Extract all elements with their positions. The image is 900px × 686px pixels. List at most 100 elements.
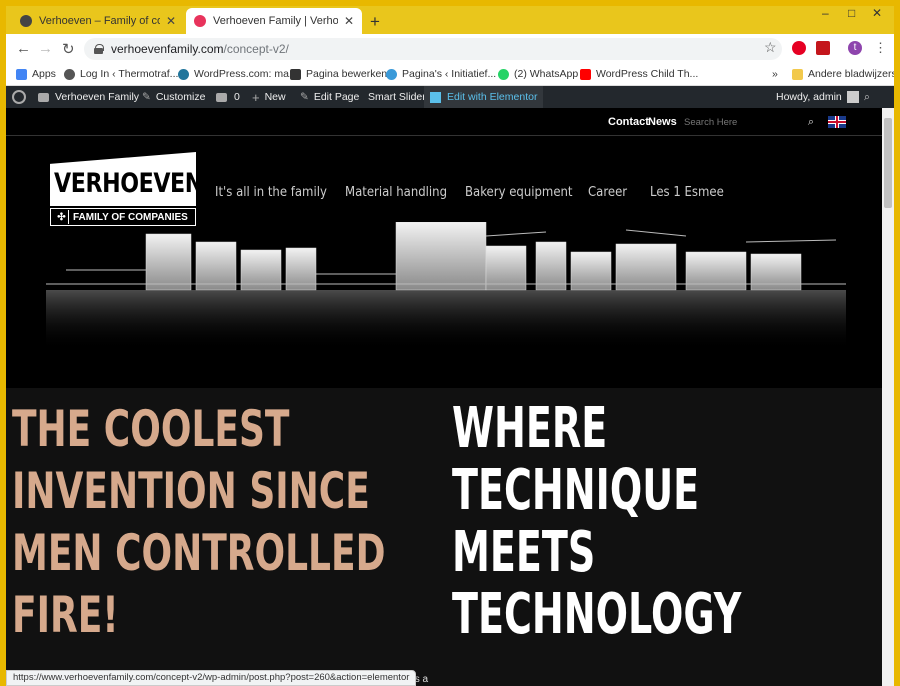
url-path: /concept-v2/ (223, 42, 289, 56)
url-host: verhoevenfamily.com (111, 42, 224, 56)
tab-verhoeven-family[interactable]: Verhoeven Family | Verhoeven Fami ✕ (186, 8, 362, 34)
site-top-bar: Contact News Search Here ⌕ (6, 108, 882, 136)
wordpress-icon (178, 68, 189, 80)
customize-label: Customize (155, 91, 206, 103)
site-logo[interactable]: VERHOEVEN ✣ FAMILY OF COMPANIES (50, 152, 203, 226)
tab-strip: Verhoeven – Family of compagnies ✕ Verho… (6, 6, 894, 34)
avatar (846, 91, 859, 103)
comment-bubble-icon (216, 92, 227, 102)
whatsapp-icon (498, 68, 509, 80)
bookmark-label: Apps (32, 68, 56, 80)
apps-grid-icon (16, 68, 27, 80)
bookmark-other-folder[interactable]: Andere bladwijzers (792, 68, 894, 80)
pdf-icon[interactable] (816, 41, 830, 55)
elementor-icon (430, 91, 441, 103)
uk-flag-icon[interactable] (828, 116, 846, 128)
new-tab-button[interactable]: + (370, 12, 380, 32)
headline-left-line: FIRE! (12, 586, 119, 644)
back-arrow-icon[interactable]: ← (16, 40, 31, 57)
bookmark-paginas-initiatief[interactable]: Pagina's ‹ Initiatief... (386, 68, 496, 80)
admin-comments[interactable]: 0 (216, 86, 240, 108)
admin-edit-elementor[interactable]: Edit with Elementor (424, 86, 544, 108)
headline-section: THE COOLEST INVENTION SINCE MEN CONTROLL… (6, 388, 882, 686)
headline-right-line: MEETS (452, 520, 596, 585)
browser-toolbar: ← → ↻ verhoevenfamily.com/concept-v2/ ☆ … (6, 34, 894, 64)
pencil-icon: ✎ (300, 91, 309, 103)
headline-left-line: INVENTION SINCE (12, 462, 370, 520)
profile-avatar[interactable]: t (848, 41, 862, 55)
menu-item-family[interactable]: It's all in the family (215, 185, 327, 200)
site-name-label: Verhoeven Family (55, 91, 140, 103)
bookmarks-bar: Apps Log In ‹ Thermotraf... WordPress.co… (6, 64, 894, 86)
hero-header: VERHOEVEN ✣ FAMILY OF COMPANIES It's all… (6, 136, 882, 388)
wordpress-logo-icon[interactable] (12, 86, 26, 108)
plus-icon: + (252, 89, 260, 105)
forward-arrow-icon[interactable]: → (38, 40, 53, 57)
headline-right-line: TECHNOLOGY (452, 582, 742, 647)
close-tab-icon[interactable]: ✕ (344, 14, 354, 28)
edit-elementor-label: Edit with Elementor (447, 91, 538, 103)
pinterest-icon[interactable] (792, 41, 806, 55)
site-favicon-icon (194, 15, 206, 27)
admin-new[interactable]: + New (252, 86, 286, 108)
logo-subtitle: FAMILY OF COMPANIES (73, 211, 188, 223)
logo-name: VERHOEVEN (54, 168, 203, 199)
search-placeholder: Search Here (684, 116, 738, 128)
bookmark-whatsapp[interactable]: (2) WhatsApp (498, 68, 578, 80)
headline-right: WHERE TECHNIQUE MEETS TECHNOLOGY (452, 398, 741, 646)
search-icon[interactable]: ⌕ (808, 116, 814, 129)
minimize-button[interactable]: – (822, 6, 829, 20)
close-tab-icon[interactable]: ✕ (166, 14, 176, 28)
bookmark-label: Pagina's ‹ Initiatief... (402, 68, 497, 80)
menu-kebab-icon[interactable]: ⋮ (874, 40, 887, 56)
menu-item-career[interactable]: Career (588, 185, 627, 200)
reload-icon[interactable]: ↻ (62, 40, 75, 58)
maximize-button[interactable]: □ (848, 6, 855, 20)
lock-icon (94, 44, 104, 54)
bookmark-wp-child-theme[interactable]: WordPress Child Th... (580, 68, 698, 80)
browser-window: Verhoeven – Family of compagnies ✕ Verho… (6, 6, 894, 686)
admin-edit-page[interactable]: ✎ Edit Page (300, 86, 359, 108)
address-bar[interactable]: verhoevenfamily.com/concept-v2/ (84, 38, 782, 60)
bookmark-thermotraf[interactable]: Log In ‹ Thermotraf... (64, 68, 178, 80)
verhoeven-favicon-icon (20, 15, 32, 27)
bookmark-star-icon[interactable]: ☆ (764, 39, 777, 56)
youtube-icon (580, 68, 591, 80)
wp-admin-bar: Verhoeven Family ✎ Customize 0 + New ✎ E… (6, 86, 894, 108)
site-search-input[interactable]: Search Here ⌕ (684, 114, 814, 130)
headline-right-line: TECHNIQUE (452, 458, 700, 523)
industrial-machinery-image (46, 222, 846, 350)
howdy-label: Howdy, admin (776, 91, 842, 103)
headline-left-line: MEN CONTROLLED (12, 524, 386, 582)
admin-smart-slider[interactable]: Smart Slider (368, 86, 426, 108)
page-scrollbar[interactable] (882, 108, 894, 686)
bookmark-pagina-bewerken[interactable]: Pagina bewerken (290, 68, 387, 80)
scrollbar-thumb[interactable] (884, 118, 892, 208)
menu-item-bakery-equipment[interactable]: Bakery equipment (465, 185, 573, 200)
globe-icon (64, 68, 75, 80)
admin-search-icon[interactable]: ⌕ (864, 86, 870, 108)
tab-title: Verhoeven Family | Verhoeven Fami (213, 15, 338, 27)
menu-item-material-handling[interactable]: Material handling (345, 185, 447, 200)
close-window-button[interactable]: ✕ (872, 6, 882, 20)
admin-site-name[interactable]: Verhoeven Family (38, 86, 139, 108)
admin-customize[interactable]: ✎ Customize (142, 86, 205, 108)
gear-icon (290, 68, 301, 80)
admin-howdy[interactable]: Howdy, admin (776, 86, 859, 108)
tab-title: Verhoeven – Family of compagnies (39, 15, 160, 27)
bookmark-apps[interactable]: Apps (16, 68, 56, 80)
bookmark-label: Andere bladwijzers (808, 68, 894, 80)
menu-item-les-1-esmee[interactable]: Les 1 Esmee (650, 185, 724, 200)
contact-link[interactable]: Contact (608, 116, 649, 128)
bookmark-label: WordPress Child Th... (596, 68, 699, 80)
news-link[interactable]: News (648, 116, 677, 128)
bookmark-wordpress-com[interactable]: WordPress.com: ma... (178, 68, 298, 80)
tab-verhoeven-family-companies[interactable]: Verhoeven – Family of compagnies ✕ (12, 8, 184, 34)
bookmark-label: Pagina bewerken (306, 68, 388, 80)
website-viewport: Contact News Search Here ⌕ VERHOEVEN ✣ F… (6, 108, 882, 686)
bookmarks-overflow-button[interactable]: » (772, 68, 778, 80)
status-bar-url: https://www.verhoevenfamily.com/concept-… (6, 670, 417, 686)
bookmark-label: Log In ‹ Thermotraf... (80, 68, 179, 80)
brush-icon: ✎ (142, 91, 151, 103)
dashboard-icon (38, 92, 49, 102)
